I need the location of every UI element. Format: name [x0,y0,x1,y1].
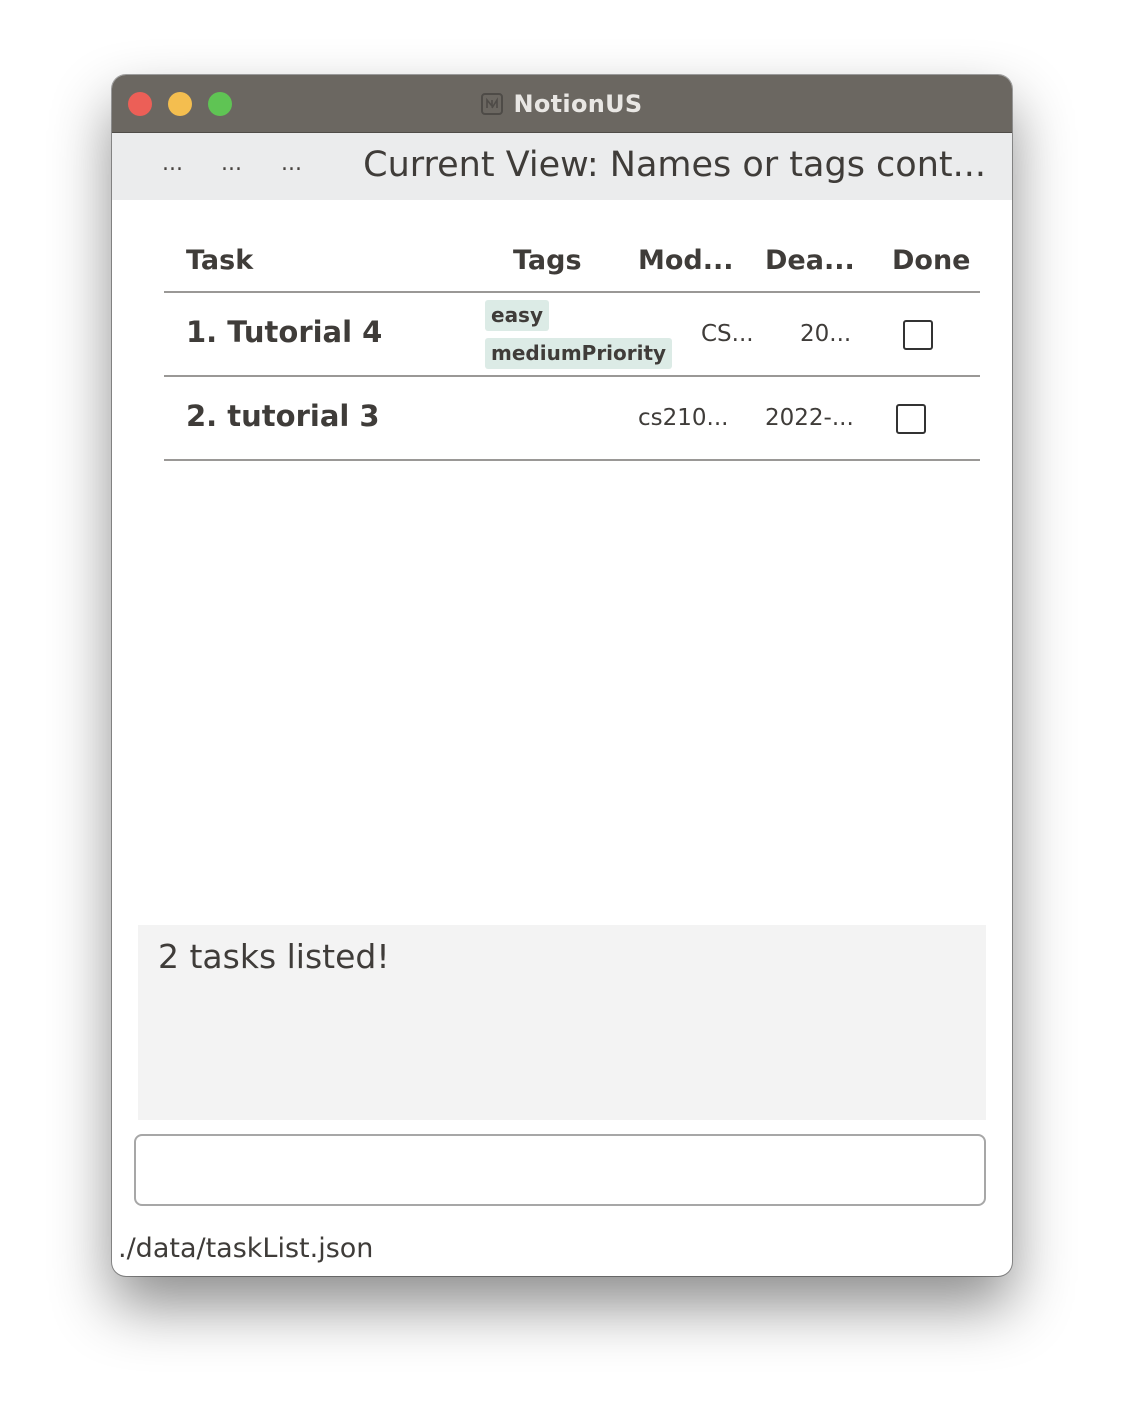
task-module: CS... [701,321,754,347]
column-header-task[interactable]: Task [186,245,253,276]
menu-item-1[interactable]: ... [162,151,183,176]
table-row[interactable]: 1. Tutorial 4 easy mediumPriority CS... … [164,293,980,377]
column-header-deadline[interactable]: Dea... [765,245,855,276]
task-deadline: 2022-... [765,405,854,431]
task-module: cs210... [638,405,729,431]
tag-badge: easy [485,300,550,331]
task-deadline: 20... [800,321,852,347]
window-title-group: NotionUS [112,75,1012,132]
table-header: Task Tags Mod... Dea... Done [164,235,980,293]
task-name: 2. tutorial 3 [186,399,380,433]
title-bar[interactable]: NotionUS [112,75,1012,133]
column-header-done[interactable]: Done [892,245,971,276]
column-header-module[interactable]: Mod... [638,245,734,276]
table-row[interactable]: 2. tutorial 3 cs210... 2022-... [164,377,980,461]
menu-item-3[interactable]: ... [281,151,302,176]
current-view-label: Current View: Names or tags cont... [363,145,986,185]
menu-bar: ... ... ... Current View: Names or tags … [112,133,1012,200]
menu-item-2[interactable]: ... [221,151,242,176]
task-table: Task Tags Mod... Dea... Done 1. Tutorial… [164,235,980,461]
column-header-tags[interactable]: Tags [513,245,582,276]
app-icon [481,92,504,115]
result-display: 2 tasks listed! [138,925,986,1120]
done-checkbox[interactable] [896,404,926,434]
done-checkbox[interactable] [903,320,933,350]
result-message: 2 tasks listed! [158,937,390,976]
app-window: NotionUS ... ... ... Current View: Names… [112,75,1012,1276]
command-input[interactable] [134,1134,986,1206]
status-file-path: ./data/taskList.json [118,1233,374,1264]
window-title: NotionUS [513,89,643,118]
task-name: 1. Tutorial 4 [186,315,383,349]
tag-badge: mediumPriority [485,338,673,369]
